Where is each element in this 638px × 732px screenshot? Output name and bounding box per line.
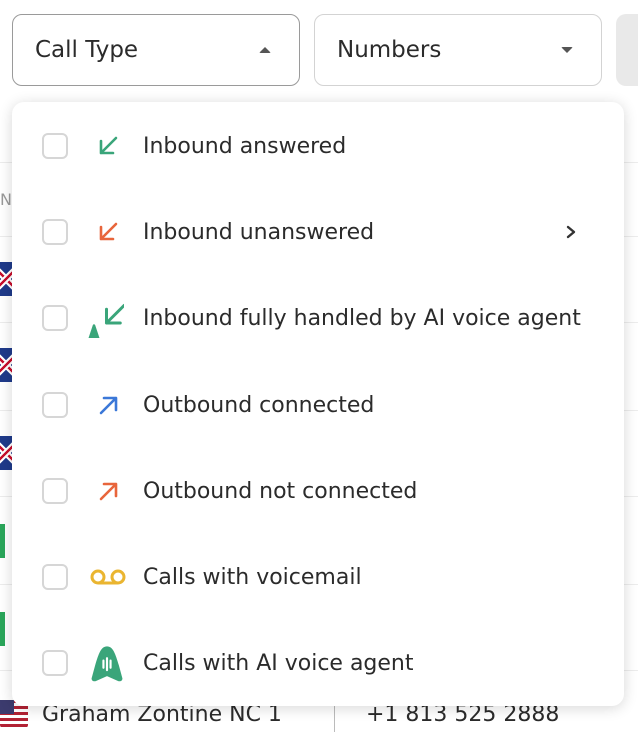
option-label: Inbound fully handled by AI voice agent: [143, 305, 581, 331]
column-divider: [334, 704, 335, 732]
option-label: Inbound unanswered: [143, 219, 375, 245]
voicemail-icon: [90, 569, 126, 585]
checkbox[interactable]: [42, 650, 68, 676]
checkbox[interactable]: [42, 219, 68, 245]
arrow-up-right-icon: [99, 396, 118, 415]
arrow-down-left-icon: [99, 136, 118, 155]
arrow-down-left-icon: [99, 222, 118, 241]
option-label: Calls with voicemail: [143, 564, 362, 590]
option-label: Outbound connected: [143, 392, 375, 418]
option-outbound-not-connected[interactable]: Outbound not connected: [12, 461, 624, 521]
arrow-up-right-icon: [99, 482, 118, 501]
checkbox[interactable]: [42, 133, 68, 159]
more-filters-button[interactable]: [616, 14, 638, 86]
ai-agent-icon: [91, 646, 123, 682]
uk-flag-icon: [0, 348, 12, 382]
numbers-filter[interactable]: Numbers: [314, 14, 602, 86]
option-label: Outbound not connected: [143, 478, 418, 504]
call-type-filter[interactable]: Call Type: [12, 14, 300, 86]
option-label: Inbound answered: [143, 133, 347, 159]
caret-up-icon: [259, 47, 271, 53]
option-voicemail[interactable]: Calls with voicemail: [12, 547, 624, 607]
page: Call Type Numbers Nu Graham Zontine NC 1…: [0, 0, 638, 732]
call-type-label: Call Type: [35, 37, 139, 63]
option-ai-voice-agent[interactable]: Calls with AI voice agent: [12, 633, 624, 693]
chevron-right-icon[interactable]: [564, 225, 578, 239]
flag-icon: [0, 612, 5, 646]
checkbox[interactable]: [42, 564, 68, 590]
option-inbound-answered[interactable]: Inbound answered: [12, 116, 624, 176]
option-inbound-ai-handled[interactable]: Inbound fully handled by AI voice agent: [12, 288, 624, 348]
caret-down-icon: [561, 47, 573, 53]
uk-flag-icon: [0, 436, 12, 470]
ai-inbound-icon: [88, 304, 124, 338]
checkbox[interactable]: [42, 392, 68, 418]
checkbox[interactable]: [42, 478, 68, 504]
numbers-label: Numbers: [337, 37, 442, 63]
uk-flag-icon: [0, 262, 12, 296]
option-inbound-unanswered[interactable]: Inbound unanswered: [12, 202, 624, 262]
checkbox[interactable]: [42, 305, 68, 331]
option-outbound-connected[interactable]: Outbound connected: [12, 375, 624, 435]
call-type-dropdown: Inbound answered Inbound unanswered Inbo…: [12, 102, 624, 706]
flag-icon: [0, 524, 5, 558]
option-label: Calls with AI voice agent: [143, 650, 414, 676]
